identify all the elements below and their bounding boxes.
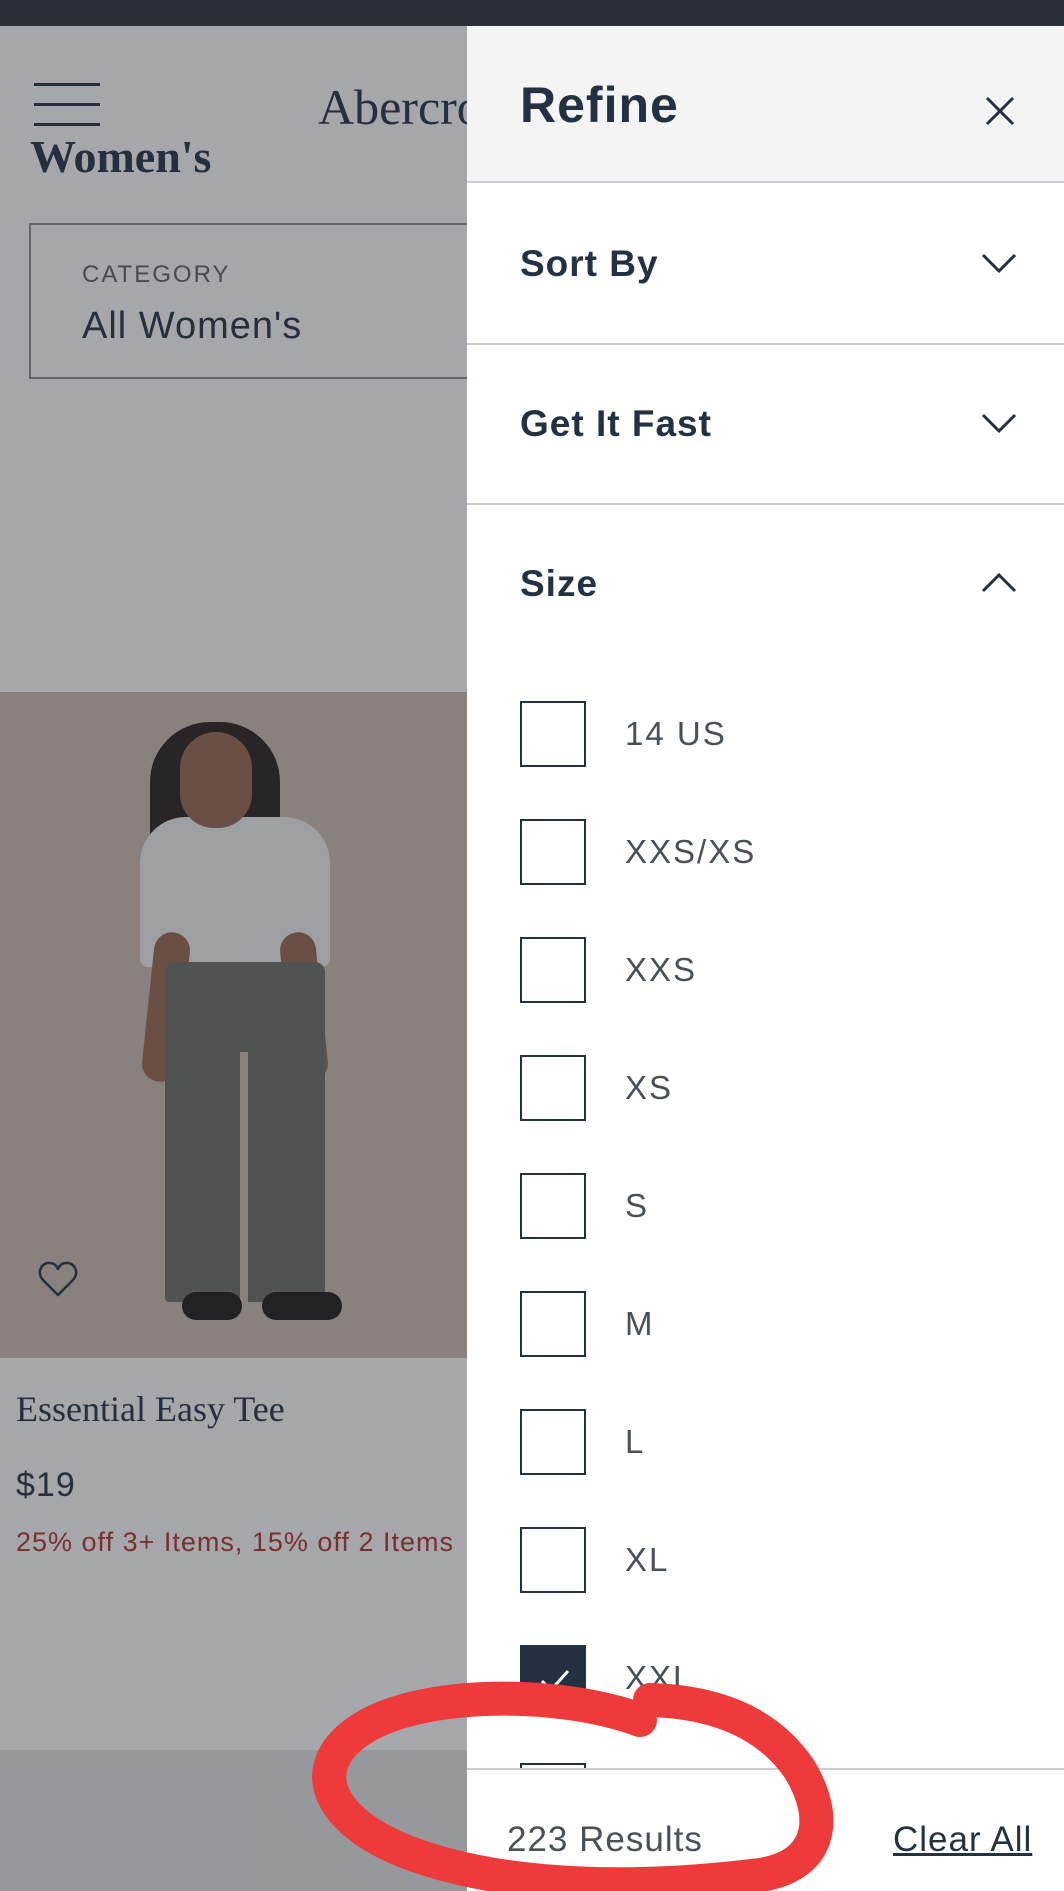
size-option-s[interactable]: S bbox=[520, 1173, 1040, 1241]
checkbox[interactable] bbox=[520, 937, 586, 1003]
size-option-label: M bbox=[625, 1305, 655, 1342]
size-option-14us[interactable]: 14 US bbox=[520, 701, 1040, 769]
size-option-xl[interactable]: XL bbox=[520, 1527, 1040, 1595]
sort-by-section[interactable]: Sort By bbox=[467, 185, 1064, 345]
checkbox[interactable] bbox=[520, 819, 586, 885]
size-option-xxs[interactable]: XXS bbox=[520, 937, 1040, 1005]
size-option-label: XXL bbox=[625, 1659, 694, 1696]
get-it-fast-label: Get It Fast bbox=[520, 403, 712, 444]
size-option-label: XL bbox=[625, 1541, 670, 1578]
size-option-xs[interactable]: XS bbox=[520, 1055, 1040, 1123]
size-option-m[interactable]: M bbox=[520, 1291, 1040, 1359]
size-label: Size bbox=[520, 563, 599, 604]
sort-by-label: Sort By bbox=[520, 243, 659, 284]
results-count: 223 Results bbox=[507, 1820, 703, 1859]
status-bar bbox=[0, 0, 1064, 26]
checkbox[interactable] bbox=[520, 1527, 586, 1593]
checkbox-checked[interactable] bbox=[520, 1645, 586, 1711]
size-option-label: XXS bbox=[625, 951, 698, 988]
size-option-label: S bbox=[625, 1187, 650, 1224]
size-option-xxl[interactable]: XXL bbox=[520, 1645, 1040, 1713]
size-option-label: XS bbox=[625, 1069, 674, 1106]
checkbox[interactable] bbox=[520, 1409, 586, 1475]
size-option-label: 14 US bbox=[625, 715, 727, 752]
get-it-fast-section[interactable]: Get It Fast bbox=[467, 345, 1064, 505]
chevron-down-icon bbox=[981, 253, 1017, 274]
refine-panel: Refine Sort By Get It Fast Size 14 US XX… bbox=[467, 26, 1064, 1891]
refine-footer: 223 Results Clear All bbox=[467, 1768, 1064, 1891]
checkbox[interactable] bbox=[520, 1291, 586, 1357]
chevron-up-icon bbox=[981, 572, 1017, 593]
checkbox[interactable] bbox=[520, 701, 586, 767]
size-option-l[interactable]: L bbox=[520, 1409, 1040, 1477]
size-option-label: L bbox=[625, 1423, 646, 1460]
chevron-down-icon bbox=[981, 413, 1017, 434]
checkbox[interactable] bbox=[520, 1055, 586, 1121]
close-icon[interactable] bbox=[977, 88, 1023, 134]
size-section-header[interactable]: Size bbox=[467, 505, 1064, 625]
checkmark-icon bbox=[540, 1669, 570, 1693]
refine-header: Refine bbox=[467, 26, 1064, 183]
clear-all-link[interactable]: Clear All bbox=[893, 1820, 1032, 1860]
size-option-xxs-xs[interactable]: XXS/XS bbox=[520, 819, 1040, 887]
checkbox[interactable] bbox=[520, 1173, 586, 1239]
refine-title: Refine bbox=[520, 77, 679, 133]
size-option-label: XXS/XS bbox=[625, 833, 757, 870]
